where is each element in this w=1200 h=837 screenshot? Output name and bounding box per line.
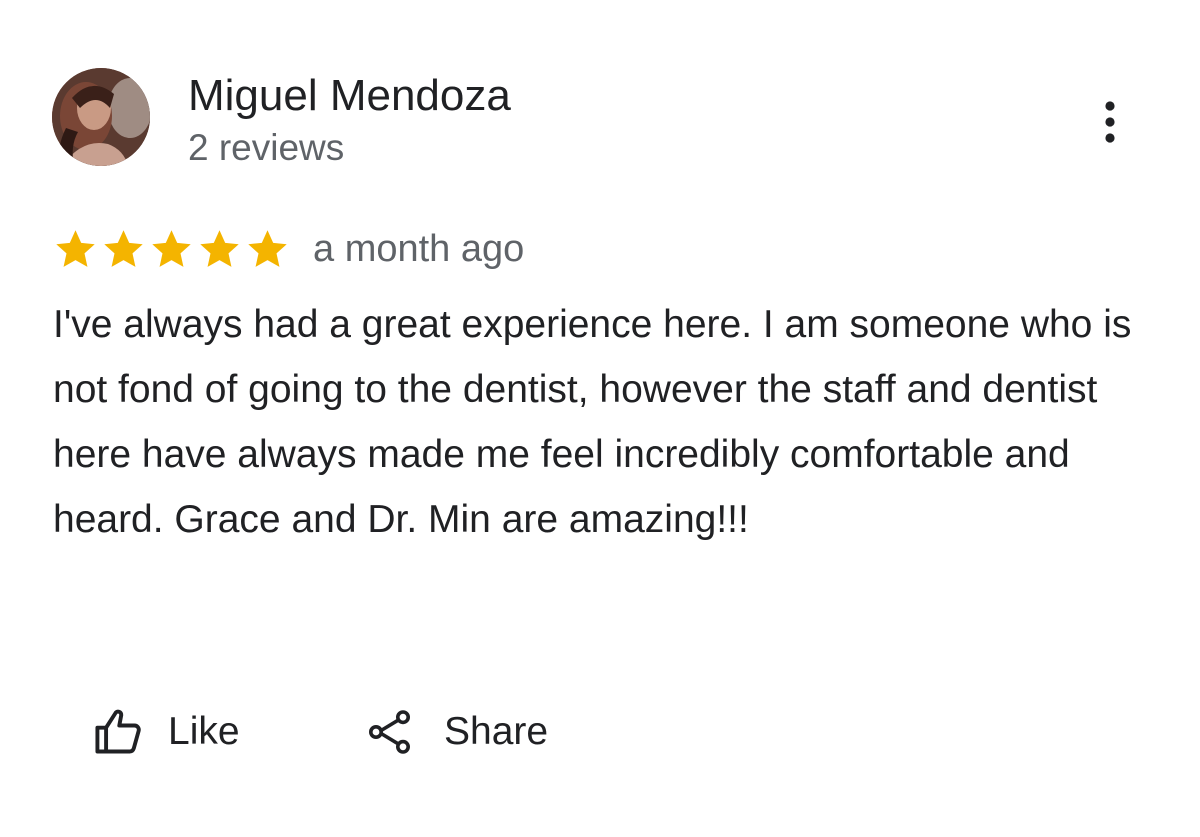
rating-row: a month ago [52,222,524,276]
thumb-up-outline-icon [95,709,141,754]
share-icon [369,710,410,754]
like-label: Like [168,710,240,753]
share-button[interactable]: Share [366,703,548,761]
review-card: Miguel Mendoza 2 reviews a month ago I'v… [0,0,1200,837]
star-icon [200,229,239,267]
star-rating [52,226,291,273]
star-icon [248,229,287,267]
more-options-button[interactable] [1088,96,1132,148]
review-date: a month ago [313,228,525,270]
more-vert-icon [1105,101,1115,143]
star-icon [56,229,95,267]
review-text: I've always had a great experience here.… [53,303,1132,541]
reviewer-name[interactable]: Miguel Mendoza [188,70,511,122]
reviewer-avatar[interactable] [52,68,150,166]
avatar-photo-icon [52,68,150,166]
star-icon [104,229,143,267]
share-label: Share [444,710,549,753]
star-icon [152,229,191,267]
like-button[interactable]: Like [92,703,240,761]
reviewer-review-count[interactable]: 2 reviews [188,126,344,170]
